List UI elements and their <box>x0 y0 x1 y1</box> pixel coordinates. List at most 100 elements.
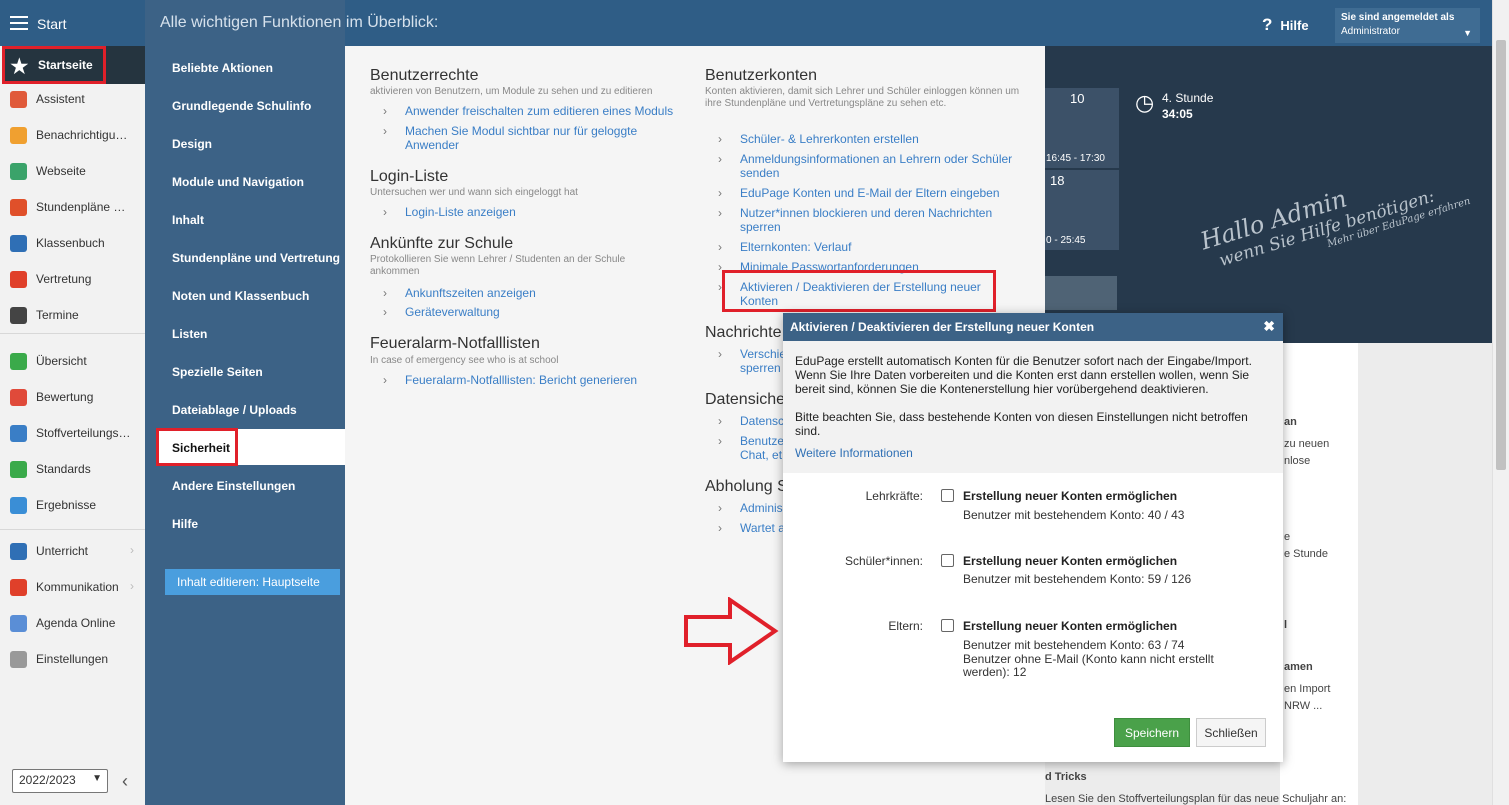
card-text: d Tricks <box>1045 771 1087 783</box>
overlay-menu-item[interactable]: Dateiablage / Uploads <box>158 391 345 427</box>
option-label-lehrkraefte: Lehrkräfte: <box>865 489 923 503</box>
card-text: en Import <box>1284 683 1331 695</box>
lesson-tile-18[interactable]: 18 0 - 25:45 <box>1045 170 1119 250</box>
user-name: Administrator <box>1341 26 1400 37</box>
calendar-grid-icon <box>10 307 27 324</box>
link-label: Ankunftszeiten anzeigen <box>405 286 536 300</box>
link-edupage-konten-eltern[interactable]: › EduPage Konten und E-Mail der Eltern ei… <box>718 186 1025 200</box>
lesson-number: 10 <box>1070 91 1085 106</box>
sidebar-item-label: Startseite <box>38 58 93 72</box>
sidebar-item-benachrichtigungen[interactable]: Benachrichtigungen <box>0 118 145 154</box>
lesson-time: 0 - 25:45 <box>1046 235 1086 246</box>
overlay-menu-item[interactable]: Module und Navigation <box>158 163 345 199</box>
option-subtext-no-email: Benutzer ohne E-Mail (Konto kann nicht e… <box>963 652 1214 679</box>
sidebar-item-unterricht[interactable]: Unterricht › <box>0 534 145 570</box>
card-text: zu neuen <box>1284 438 1330 450</box>
overlay-menu-item[interactable]: Stundenpläne und Vertretung <box>158 239 345 275</box>
link-nutzer-blockieren[interactable]: › Nutzer*innen blockieren und deren Nachr… <box>718 206 1000 234</box>
annotation-arrow-icon <box>684 597 779 665</box>
caret-down-icon: ▼ <box>1463 28 1472 38</box>
user-menu[interactable]: Sie sind angemeldet als Administrator ▼ <box>1335 8 1480 43</box>
option-title: Erstellung neuer Konten ermöglichen <box>963 554 1178 568</box>
annotation-highlight-sicherheit <box>156 428 238 466</box>
page-scrollbar[interactable] <box>1492 0 1509 805</box>
link-label: Login-Liste anzeigen <box>405 205 516 219</box>
link-anmeldungsinformationen[interactable]: › Anmeldungsinformationen an Lehrern oder… <box>718 152 1025 180</box>
overlay-menu-item[interactable]: Beliebte Aktionen <box>158 49 345 85</box>
checkbox-lehrkraefte[interactable] <box>941 489 954 502</box>
sidebar-item-termine[interactable]: Termine <box>0 298 145 334</box>
sidebar-item-label: Benachrichtigungen <box>36 128 132 142</box>
sidebar-item-einstellungen[interactable]: Einstellungen <box>0 642 145 678</box>
sidebar-item-assistent[interactable]: Assistent <box>0 82 145 118</box>
overlay-menu-item[interactable]: Hilfe <box>158 505 345 541</box>
sidebar-item-agenda-online[interactable]: Agenda Online <box>0 606 145 642</box>
link-ankunftszeiten[interactable]: › Ankunftszeiten anzeigen <box>383 286 685 300</box>
edit-content-button[interactable]: Inhalt editieren: Hauptseite <box>165 569 340 595</box>
link-login-liste[interactable]: › Login-Liste anzeigen <box>383 205 685 219</box>
help-label: Hilfe <box>1280 18 1309 33</box>
hamburger-menu-icon[interactable] <box>10 16 28 30</box>
start-label[interactable]: Start <box>37 16 67 32</box>
link-label: Wartet a <box>740 521 785 535</box>
link-konten-erstellen[interactable]: › Schüler- & Lehrerkonten erstellen <box>718 132 1020 146</box>
dashboard-button[interactable] <box>1045 276 1117 310</box>
modal-info-note: Bitte beachten Sie, dass bestehende Kont… <box>795 410 1248 438</box>
overlay-menu-item[interactable]: Noten und Klassenbuch <box>158 277 345 313</box>
sidebar-item-webseite[interactable]: Webseite <box>0 154 145 190</box>
sidebar-item-ergebnisse[interactable]: Ergebnisse <box>0 488 145 524</box>
chevron-right-icon: › <box>383 305 387 319</box>
checkbox-eltern[interactable] <box>941 619 954 632</box>
scroll-thumb[interactable] <box>1496 40 1506 470</box>
link-modul-sichtbar[interactable]: › Machen Sie Modul sichtbar nur für gelog… <box>383 124 655 152</box>
sidebar-item-label: Ergebnisse <box>36 498 97 512</box>
link-geraeteverwaltung[interactable]: › Geräteverwaltung <box>383 305 685 319</box>
wand-icon <box>10 91 27 108</box>
sidebar-item-vertretung[interactable]: Vertretung <box>0 262 145 298</box>
overlay-menu-item[interactable]: Andere Einstellungen <box>158 467 345 503</box>
overlay-menu-item[interactable]: Spezielle Seiten <box>158 353 345 389</box>
modal-dialog: Aktivieren / Deaktivieren der Erstellung… <box>783 313 1283 762</box>
chevron-right-icon: › <box>718 132 722 146</box>
overlay-title: Alle wichtigen Funktionen im Überblick: <box>160 14 439 31</box>
question-icon: ? <box>1262 15 1273 34</box>
link-label: sperren <box>740 361 781 375</box>
link-label: Adminis <box>740 501 783 515</box>
overlay-menu-item[interactable]: Inhalt <box>158 201 345 237</box>
overlay-menu-item[interactable]: Design <box>158 125 345 161</box>
checkbox-schueler[interactable] <box>941 554 954 567</box>
user-status-label: Sie sind angemeldet als <box>1341 12 1455 23</box>
section-desc-login: Untersuchen wer und wann sich eingeloggt… <box>370 187 578 198</box>
sidebar-item-klassenbuch[interactable]: Klassenbuch <box>0 226 145 262</box>
school-year-value: 2022/2023 <box>19 773 76 787</box>
school-year-select[interactable]: 2022/2023 ▼ <box>12 769 108 793</box>
sidebar-item-label: Kommunikation <box>36 580 119 594</box>
save-button[interactable]: Speichern <box>1114 718 1190 747</box>
help-button[interactable]: ? Hilfe <box>1262 15 1309 35</box>
overlay-menu-item[interactable]: Grundlegende Schulinfo <box>158 87 345 123</box>
collapse-sidebar-icon[interactable]: ‹ <box>122 771 128 792</box>
close-button[interactable]: Schließen <box>1196 718 1266 747</box>
link-feueralarm-bericht[interactable]: › Feueralarm-Notfalllisten: Bericht gener… <box>383 373 685 387</box>
overlay-menu-item[interactable]: Listen <box>158 315 345 351</box>
modal-info-text: EduPage erstellt automatisch Konten für … <box>795 354 1252 396</box>
lesson-tile-10[interactable]: 10 16:45 - 17:30 <box>1045 88 1119 168</box>
link-label: Nutzer*innen blockieren und deren Nachri… <box>740 206 993 234</box>
sidebar-item-standards[interactable]: Standards <box>0 452 145 488</box>
sidebar-item-bewertung[interactable]: Bewertung <box>0 380 145 416</box>
sidebar-item-stundenpläne-und-vertretung[interactable]: Stundenpläne und Vertretung <box>0 190 145 226</box>
sidebar-item-stoffverteilungsplan[interactable]: Stoffverteilungsplan <box>0 416 145 452</box>
sidebar-item-kommunikation[interactable]: Kommunikation › <box>0 570 145 606</box>
section-desc-benutzerrechte: aktivieren von Benutzern, um Module zu s… <box>370 86 653 97</box>
sidebar-item-übersicht[interactable]: Übersicht <box>0 344 145 380</box>
sidebar-item-startseite[interactable]: ★ Startseite <box>2 46 106 84</box>
link-elternkonten-verlauf[interactable]: › Elternkonten: Verlauf <box>718 240 1000 254</box>
link-label: Elternkonten: Verlauf <box>740 240 852 254</box>
chevron-right-icon: › <box>383 373 387 387</box>
link-anwender-freischalten[interactable]: › Anwender freischalten zum editieren ein… <box>383 104 685 118</box>
more-info-link[interactable]: Weitere Informationen <box>795 446 1271 460</box>
link-label: Geräteverwaltung <box>405 305 500 319</box>
chevron-down-icon: ▼ <box>92 773 102 784</box>
close-icon[interactable]: ✖ <box>1263 318 1275 335</box>
link-label: Feueralarm-Notfalllisten: Bericht generi… <box>405 373 638 387</box>
